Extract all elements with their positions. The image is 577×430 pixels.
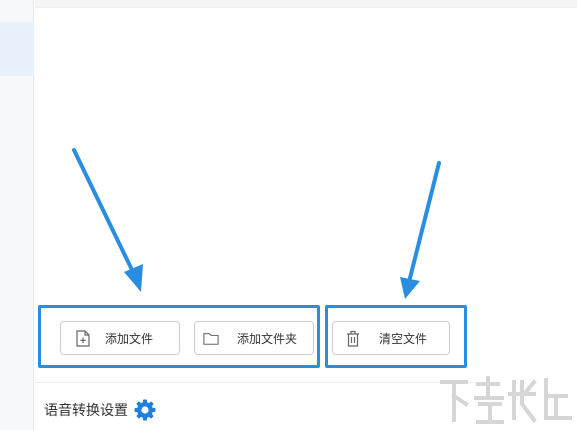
annotation-arrows	[72, 148, 441, 299]
arrow-left	[72, 148, 143, 292]
watermark-logo	[440, 376, 572, 424]
arrow-right	[400, 161, 441, 299]
